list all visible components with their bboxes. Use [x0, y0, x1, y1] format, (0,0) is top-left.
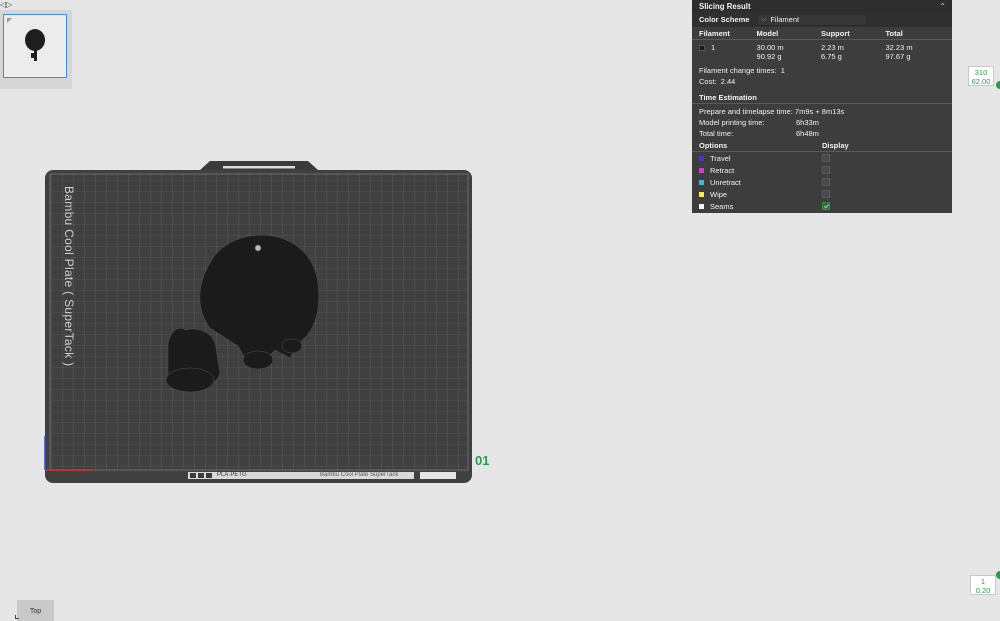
options-label: Options — [699, 140, 728, 150]
model-time-row: Model printing time: 6h33m — [692, 117, 952, 128]
slicing-result-title: Slicing Result — [699, 1, 751, 11]
option-color-swatch — [699, 191, 704, 197]
prepare-time-label: Prepare and timelapse time: — [699, 107, 793, 116]
option-label: Travel — [710, 153, 731, 163]
thumbnail-model-icon — [7, 18, 45, 61]
filament-color-swatch — [699, 45, 705, 52]
plate-thumbnail[interactable] — [3, 14, 67, 78]
display-checkbox-retract[interactable] — [822, 166, 830, 174]
option-row-unretract: Unretract — [692, 176, 952, 188]
corner-toggle-icon[interactable]: ◁▷ — [0, 0, 12, 9]
total-time-label: Total time: — [699, 129, 734, 138]
option-color-swatch — [699, 155, 704, 161]
option-name: Unretract — [699, 178, 822, 187]
option-name: Retract — [699, 166, 822, 175]
display-checkbox-unretract[interactable] — [822, 178, 830, 186]
display-checkbox-wipe[interactable] — [822, 190, 830, 198]
option-row-wipe: Wipe — [692, 188, 952, 200]
top-layer-height: 62.00 — [971, 77, 991, 86]
total-length: 32.23 m — [885, 43, 913, 52]
header-total: Total — [885, 28, 903, 38]
option-row-retract: Retract — [692, 164, 952, 176]
table-row: 1 30.00 m 2.23 m 32.23 m — [692, 40, 952, 52]
chevron-down-icon: ⌵ — [761, 15, 767, 23]
slicing-result-header: Slicing Result ⌃ — [692, 0, 952, 12]
display-checkbox-seams[interactable] — [822, 202, 830, 210]
option-row-travel: Travel — [692, 152, 952, 164]
support-length: 2.23 m — [821, 43, 844, 52]
display-label: Display — [822, 140, 849, 150]
model-weight: 90.92 g — [756, 52, 782, 61]
color-scheme-label: Color Scheme — [699, 15, 750, 24]
color-scheme-row: Color Scheme ⌵ Filament — [692, 12, 952, 27]
table-row: 90.92 g 6.75 g 97.67 g — [692, 52, 952, 61]
option-color-swatch — [699, 203, 704, 209]
cost-label: Cost: — [699, 77, 717, 86]
option-name: Seams — [699, 202, 822, 211]
plate-number: 01 — [475, 453, 490, 468]
header-filament: Filament — [699, 28, 730, 38]
collapse-icon[interactable]: ⌃ — [939, 2, 946, 11]
total-time-value: 6h48m — [796, 129, 819, 138]
plate-thumbnail-panel — [0, 10, 72, 89]
bottom-layer-height: 0.20 — [975, 586, 991, 595]
prepare-time-row: Prepare and timelapse time: 7m9s + 8m13s — [692, 104, 952, 117]
model-time-value: 6h33m — [796, 118, 819, 127]
option-color-swatch — [699, 167, 704, 173]
time-estimation-title: Time Estimation — [699, 92, 757, 102]
total-weight: 97.67 g — [885, 52, 911, 61]
plate-label-vertical: Bambu Cool Plate ( SuperTack ) — [62, 186, 76, 367]
header-support: Support — [821, 28, 850, 38]
top-layer-number: 310 — [974, 68, 988, 77]
filament-change-label: Filament change times: — [699, 66, 777, 75]
display-checkbox-travel[interactable] — [822, 154, 830, 162]
top-view-button[interactable]: Top — [17, 600, 54, 621]
option-row-seams: Seams — [692, 200, 952, 212]
bottom-layer-readout[interactable]: 1 0.20 — [970, 575, 996, 595]
option-label: Unretract — [710, 177, 741, 187]
cost-row: Cost: 2.44 — [692, 76, 952, 87]
model-length: 30.00 m — [756, 43, 784, 52]
plate-label-bottom: Bambu Cool Plate SuperTack — [320, 472, 399, 478]
time-estimation-header: Time Estimation — [692, 91, 952, 104]
option-label: Retract — [710, 165, 735, 175]
filament-tag: PLA·PETG — [217, 472, 247, 478]
build-plate[interactable]: Bambu Cool Plate ( SuperTack ) PLA·PETG … — [40, 158, 489, 488]
header-model: Model — [756, 28, 779, 38]
color-scheme-select[interactable]: ⌵ Filament — [757, 13, 867, 26]
slicing-result-panel: Slicing Result ⌃ Color Scheme ⌵ Filament… — [692, 0, 952, 213]
option-color-swatch — [699, 179, 704, 185]
option-name: Travel — [699, 154, 822, 163]
filament-change-row: Filament change times: 1 — [692, 65, 952, 76]
total-time-row: Total time: 6h48m — [692, 128, 952, 139]
filament-change-value: 1 — [780, 66, 785, 75]
prepare-time-value: 7m9s + 8m13s — [794, 107, 845, 116]
filament-id: 1 — [711, 43, 716, 52]
top-layer-handle[interactable] — [996, 81, 1000, 89]
model-time-label: Model printing time: — [699, 118, 765, 127]
sliced-model-small — [165, 327, 221, 393]
option-label: Wipe — [710, 189, 728, 199]
options-header: Options Display — [692, 139, 952, 152]
options-list: Travel Retract Unretract Wipe Seams — [692, 152, 952, 212]
option-label: Seams — [710, 201, 734, 211]
corner-mark-icon — [15, 615, 19, 619]
option-name: Wipe — [699, 190, 822, 199]
support-weight: 6.75 g — [821, 52, 842, 61]
bottom-layer-handle[interactable] — [996, 571, 1000, 579]
bottom-layer-number: 1 — [980, 577, 986, 586]
filament-table-header: Filament Model Support Total — [692, 27, 952, 40]
cost-value: 2.44 — [720, 77, 736, 86]
top-layer-readout[interactable]: 310 62.00 — [968, 66, 994, 86]
color-scheme-value: Filament — [770, 15, 800, 24]
